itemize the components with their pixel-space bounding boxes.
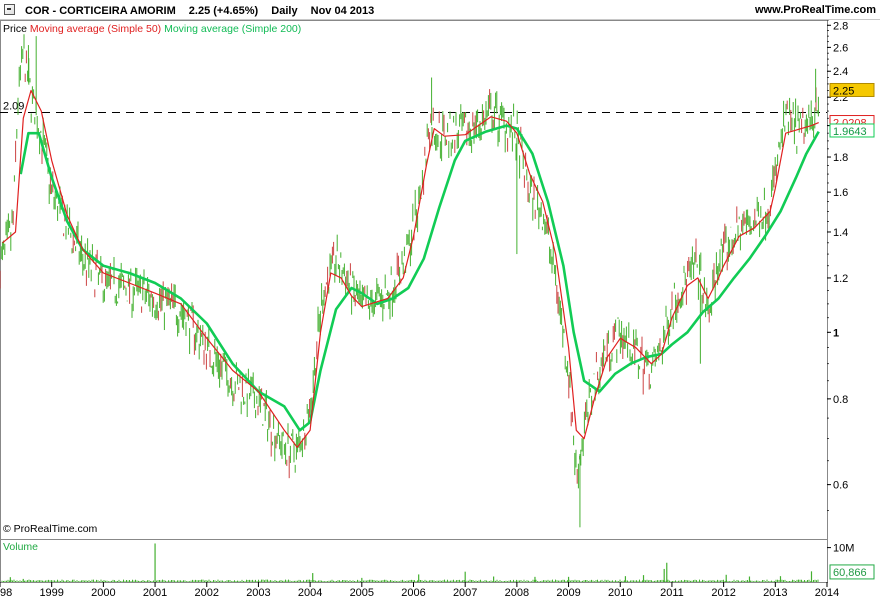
last-volume-label: 60,866 (833, 567, 867, 579)
y-tick-label: 1.6 (833, 187, 848, 199)
legend-price: Price (3, 23, 27, 35)
x-tick-label: 1998 (0, 587, 12, 599)
y-tick-label: 0.6 (833, 480, 848, 492)
x-tick-label: 2012 (711, 587, 735, 599)
chart-date: Nov 04 2013 (310, 5, 375, 17)
x-tick-label: 2006 (401, 587, 425, 599)
legend-ma50: Moving average (Simple 50) (29, 23, 162, 35)
volume-label: Volume (3, 541, 39, 553)
last-price-tag: 2.25 (833, 85, 854, 97)
x-tick-label: 2005 (350, 587, 374, 599)
x-tick-label: 2008 (505, 587, 529, 599)
volume-tick-label: 10M (833, 543, 854, 555)
y-tick-label: 1 (833, 327, 839, 339)
x-tick-label: 2001 (143, 587, 167, 599)
y-tick-label: 0.8 (833, 394, 848, 406)
x-tick-label: 2004 (298, 587, 322, 599)
price-chart-svg[interactable]: 0.60.811.21.41.61.822.22.42.62.819981999… (0, 20, 880, 600)
y-tick-label: 2.8 (833, 20, 848, 32)
x-tick-label: 2000 (91, 587, 115, 599)
x-tick-label: 2003 (246, 587, 270, 599)
y-tick-label: 2.4 (833, 66, 848, 78)
x-tick-label: 2010 (608, 587, 632, 599)
volume-panel-frame (0, 539, 828, 583)
price-change: 2.25 (+4.65%) (188, 5, 259, 17)
reference-line-label: 2.09 (3, 100, 24, 112)
x-tick-label: 2009 (556, 587, 580, 599)
chart-period: Daily (271, 5, 298, 17)
header-bar: COR - CORTICEIRA AMORIM 2.25 (+4.65%) Da… (0, 0, 880, 20)
chart-logo-icon (4, 4, 15, 15)
site-name: www.ProRealTime.com (754, 4, 876, 16)
x-tick-label: 2007 (453, 587, 477, 599)
legend-ma200: Moving average (Simple 200) (164, 23, 302, 35)
x-tick-label: 2013 (763, 587, 787, 599)
copyright-text: © ProRealTime.com (3, 523, 98, 535)
y-tick-label: 1.4 (833, 227, 848, 239)
header-title: COR - CORTICEIRA AMORIM 2.25 (+4.65%) Da… (4, 4, 384, 17)
y-tick-label: 1.8 (833, 152, 848, 164)
x-tick-label: 2014 (815, 587, 839, 599)
x-tick-label: 2011 (660, 587, 684, 599)
y-tick-label: 2.6 (833, 42, 848, 54)
y-tick-label: 1.2 (833, 273, 848, 285)
x-tick-label: 1999 (39, 587, 63, 599)
last-ma200-tag: 1.9643 (833, 126, 867, 138)
ticker-name: COR - CORTICEIRA AMORIM (25, 5, 176, 17)
chart-legend: Price Moving average (Simple 50) Moving … (3, 23, 301, 35)
x-tick-label: 2002 (195, 587, 219, 599)
